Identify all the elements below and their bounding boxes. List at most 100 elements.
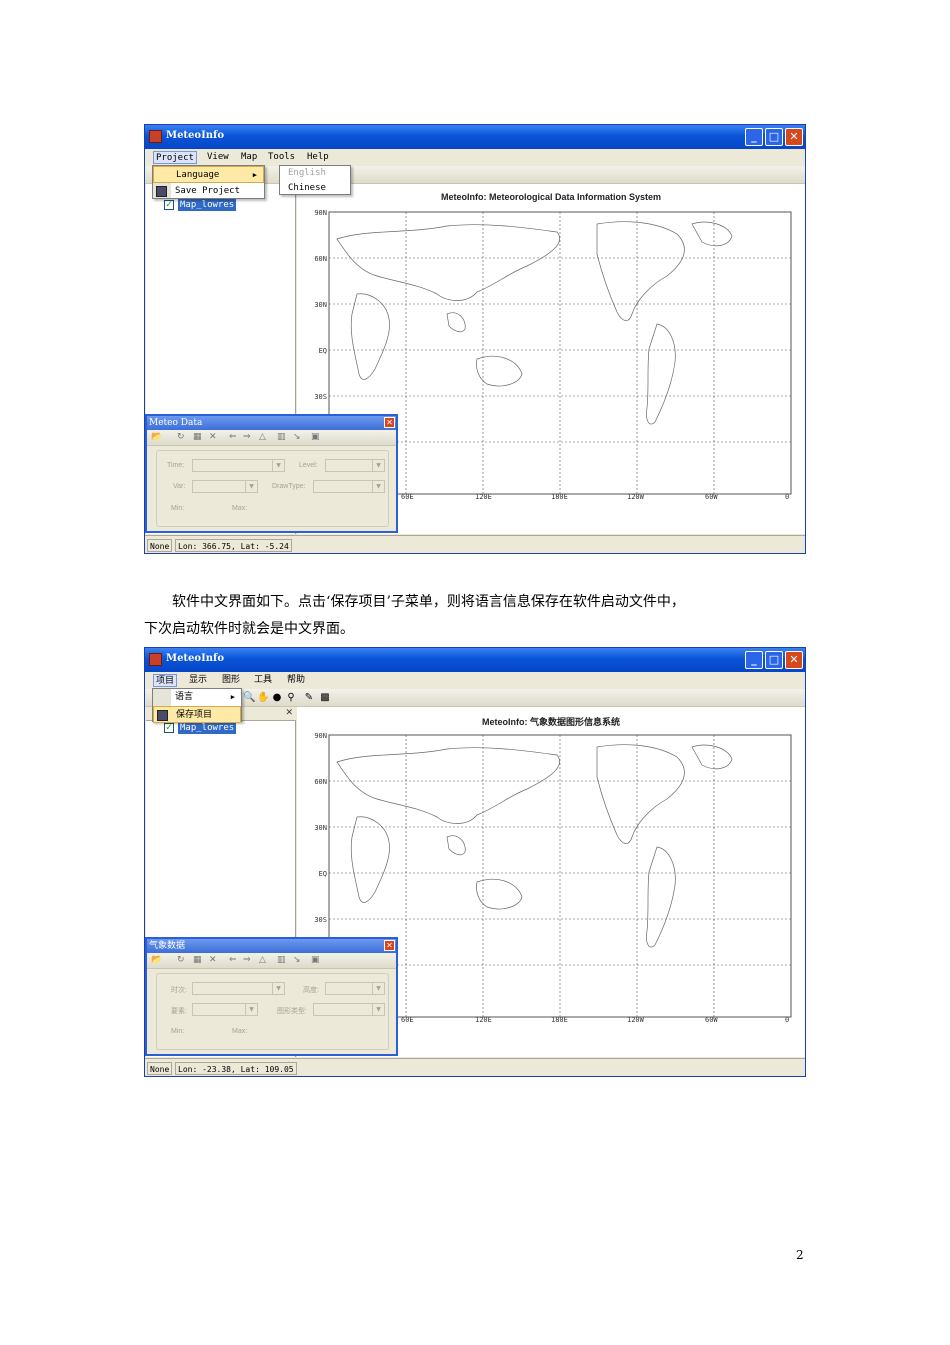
time-combo[interactable]: ▼ — [192, 982, 285, 995]
var-label: Var: — [173, 483, 186, 490]
menu-project[interactable]: Project — [153, 151, 197, 164]
menu-item-save-project[interactable]: Save Project — [153, 183, 264, 200]
paragraph-line-1: 软件中文界面如下。点击‘保存项目’子菜单，则将语言信息保存在软件启动文件中， — [172, 594, 685, 610]
refresh-icon[interactable]: ↻ — [177, 955, 185, 965]
menu-item-save-project[interactable]: 保存项目 — [153, 706, 241, 723]
time-label: Time: — [167, 462, 185, 469]
status-coords: Lon: -23.38, Lat: 109.05 — [175, 1062, 297, 1075]
level-label: 高度: — [303, 987, 319, 994]
language-submenu: English Chinese — [279, 165, 351, 195]
grid-icon[interactable]: ▦ — [193, 955, 202, 965]
delete-icon[interactable]: ✕ — [209, 432, 217, 442]
search-icon[interactable]: ⚲ — [285, 692, 297, 704]
level-combo[interactable]: ▼ — [325, 982, 385, 995]
zoom-icon[interactable]: 🔍 — [243, 692, 255, 704]
title-bar[interactable]: MeteoInfo _ □ ✕ — [145, 648, 805, 672]
menu-tools[interactable]: 工具 — [252, 674, 274, 687]
draw-type-combo[interactable]: ▼ — [313, 480, 385, 493]
menu-item-save-project-label: Save Project — [175, 186, 241, 196]
menu-item-language-label: 语言 — [175, 692, 194, 702]
minimize-button[interactable]: _ — [745, 128, 763, 146]
var-combo[interactable]: ▼ — [192, 1003, 258, 1016]
draw-type-label: 图形类型: — [277, 1008, 307, 1015]
status-left: None — [147, 1062, 173, 1075]
meteo-data-window: 气象数据 ✕ 📂 ↻ ▦ ✕ ⇐ ⇒ △ ▥ ↘ ▣ 时次: ▼ 高度: ▼ 要… — [145, 937, 398, 1056]
submenu-arrow-icon: ▶ — [230, 693, 235, 701]
meteoinfo-window-english: MeteoInfo _ □ ✕ Project View Map Tools H… — [144, 124, 806, 554]
status-bar: None Lon: 366.75, Lat: -5.24 — [145, 535, 805, 553]
forward-arrow-icon[interactable]: ⇒ — [243, 955, 251, 965]
chevron-down-icon: ▼ — [272, 983, 284, 994]
level-combo[interactable]: ▼ — [325, 459, 385, 472]
minimize-button[interactable]: _ — [745, 651, 763, 669]
maximize-button[interactable]: □ — [765, 651, 783, 669]
submenu-arrow-icon: ▶ — [252, 171, 257, 179]
menu-view[interactable]: 显示 — [187, 674, 209, 687]
back-arrow-icon[interactable]: ⇐ — [229, 432, 237, 442]
open-folder-icon[interactable]: 📂 — [151, 955, 162, 965]
menu-view[interactable]: View — [205, 151, 231, 164]
settings-icon[interactable]: ▣ — [311, 432, 320, 442]
min-label: Min: — [171, 1028, 185, 1035]
var-combo[interactable]: ▼ — [192, 480, 258, 493]
settings-icon[interactable]: ▣ — [311, 955, 320, 965]
forward-arrow-icon[interactable]: ⇒ — [243, 432, 251, 442]
layer-checkbox[interactable]: ✓ — [164, 200, 174, 210]
chart-icon[interactable]: ▥ — [277, 432, 286, 442]
grid-icon[interactable]: ▦ — [193, 432, 202, 442]
meteo-data-toolbar: 📂 ↻ ▦ ✕ ⇐ ⇒ △ ▥ ↘ ▣ — [147, 953, 396, 969]
time-combo[interactable]: ▼ — [192, 459, 285, 472]
window-title: MeteoInfo — [166, 130, 225, 141]
chevron-down-icon: ▼ — [245, 1004, 257, 1015]
menu-map[interactable]: 图形 — [220, 674, 242, 687]
pin-icon[interactable]: ↘ — [293, 955, 301, 965]
menu-map[interactable]: Map — [239, 151, 259, 164]
paragraph-line-2: 下次启动软件时就会是中文界面。 — [144, 621, 354, 637]
menu-tools[interactable]: Tools — [266, 151, 297, 164]
layer-name[interactable]: Map_lowres — [178, 199, 237, 211]
meteo-data-title: 气象数据 — [147, 939, 396, 953]
pencil-icon[interactable]: ✎ — [303, 692, 315, 704]
refresh-icon[interactable]: ↻ — [177, 432, 185, 442]
back-arrow-icon[interactable]: ⇐ — [229, 955, 237, 965]
animate-icon[interactable]: △ — [259, 955, 266, 965]
chart-icon[interactable]: ▥ — [277, 955, 286, 965]
globe-icon[interactable]: ● — [271, 692, 283, 704]
max-label: Max: — [232, 1028, 248, 1035]
draw-type-label: DrawType: — [272, 483, 306, 490]
draw-type-combo[interactable]: ▼ — [313, 1003, 385, 1016]
chevron-down-icon: ▼ — [372, 1004, 384, 1015]
close-button[interactable]: ✕ — [785, 651, 803, 669]
layer-checkbox[interactable]: ✓ — [164, 723, 174, 733]
status-left: None — [147, 539, 173, 552]
close-button[interactable]: ✕ — [785, 128, 803, 146]
submenu-item-english[interactable]: English — [280, 166, 350, 181]
meteo-data-options: 时次: ▼ 高度: ▼ 要素: ▼ 图形类型: ▼ Min: Max: — [156, 973, 389, 1050]
menu-item-language[interactable]: 语言 ▶ — [153, 689, 241, 706]
submenu-item-chinese[interactable]: Chinese — [280, 181, 350, 196]
maximize-button[interactable]: □ — [765, 128, 783, 146]
palette-icon[interactable]: ▩ — [319, 692, 331, 704]
meteo-data-options: Time: ▼ Level: ▼ Var: ▼ DrawType: ▼ Min:… — [156, 450, 389, 527]
menu-project[interactable]: 项目 — [153, 674, 178, 687]
time-label: 时次: — [171, 987, 187, 994]
menu-help[interactable]: 帮助 — [285, 674, 307, 687]
close-icon[interactable]: ✕ — [384, 940, 395, 951]
save-icon — [157, 710, 168, 721]
open-folder-icon[interactable]: 📂 — [151, 432, 162, 442]
close-icon[interactable]: ✕ — [285, 708, 293, 718]
menu-item-language[interactable]: Language ▶ — [153, 166, 264, 183]
title-bar[interactable]: MeteoInfo _ □ ✕ — [145, 125, 805, 149]
pin-icon[interactable]: ↘ — [293, 432, 301, 442]
status-bar: None Lon: -23.38, Lat: 109.05 — [145, 1058, 805, 1076]
menu-bar: 项目 显示 图形 工具 帮助 — [145, 672, 805, 689]
menu-bar: Project View Map Tools Help — [145, 149, 805, 166]
menu-help[interactable]: Help — [305, 151, 331, 164]
pan-hand-icon[interactable]: ✋ — [257, 692, 269, 704]
window-title: MeteoInfo — [166, 653, 225, 664]
animate-icon[interactable]: △ — [259, 432, 266, 442]
level-label: Level: — [299, 462, 318, 469]
delete-icon[interactable]: ✕ — [209, 955, 217, 965]
close-icon[interactable]: ✕ — [384, 417, 395, 428]
meteo-data-title: Meteo Data — [147, 416, 396, 430]
